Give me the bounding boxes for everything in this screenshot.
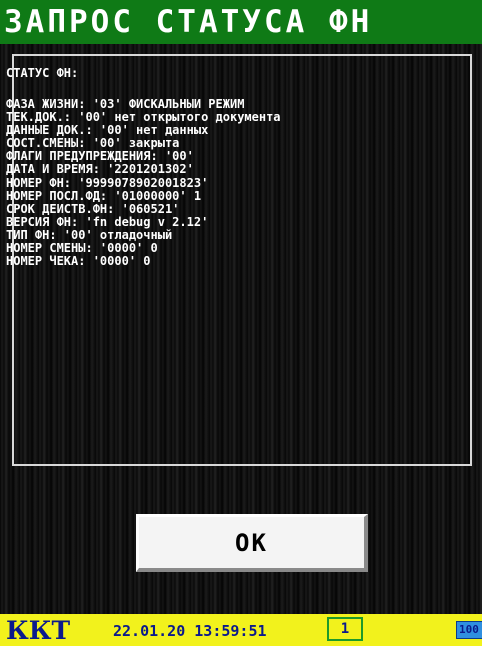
status-line-shift-number: НОМЕР СМЕНЫ: '0000' 0 [6,242,158,256]
status-datetime: 22.01.20 13:59:51 [113,622,267,640]
status-line-receipt-number: НОМЕР ЧЕКА: '0000' 0 [6,255,151,269]
status-line-fn-validity: СРОК ДЕЙСТВ.ФН: '060521' [6,202,180,216]
status-line-fn-version: ВЕРСИЯ ФН: 'fn debug v 2.12' [6,215,209,229]
status-line-shift-state: СОСТ.СМЕНЫ: '00' закрыта [6,137,180,151]
shift-indicator: 1 [327,617,363,641]
status-bar: ККТ 22.01.20 13:59:51 1 100 [0,614,482,646]
panel-heading: СТАТУС ФН: [6,66,79,80]
status-line-doc-data: ДАННЫЕ ДОК.: '00' нет данных [6,124,209,138]
fn-status-screen: ЗАПРОС СТАТУСА ФН СТАТУС ФН: ФАЗА ЖИЗНИ:… [0,0,482,646]
kkt-label: ККТ [6,616,71,645]
ok-button[interactable]: OK [136,514,368,572]
status-line-fn-number: НОМЕР ФН: '9999078902001823' [6,176,209,190]
page-title: ЗАПРОС СТАТУСА ФН [4,4,373,40]
status-line-datetime: ДАТА И ВРЕМЯ: '2201201302' [6,163,194,177]
title-bar: ЗАПРОС СТАТУСА ФН [0,0,482,44]
status-line-life-phase: ФАЗА ЖИЗНИ: '03' ФИСКАЛЬНЫЙ РЕЖИМ [6,98,245,111]
status-line-last-fd: НОМЕР ПОСЛ.ФД: '01000000' 1 [6,189,202,203]
status-lines: ФАЗА ЖИЗНИ: '03' ФИСКАЛЬНЫЙ РЕЖИМ ТЕК.ДО… [6,98,458,268]
status-line-fn-type: ТИП ФН: '00' отладочный [6,228,173,242]
battery-icon: 100 [456,621,482,639]
status-line-warning-flags: ФЛАГИ ПРЕДУПРЕЖДЕНИЯ: '00' [6,150,194,164]
status-line-current-doc: ТЕК.ДОК.: '00' нет открытого документа [6,111,281,125]
